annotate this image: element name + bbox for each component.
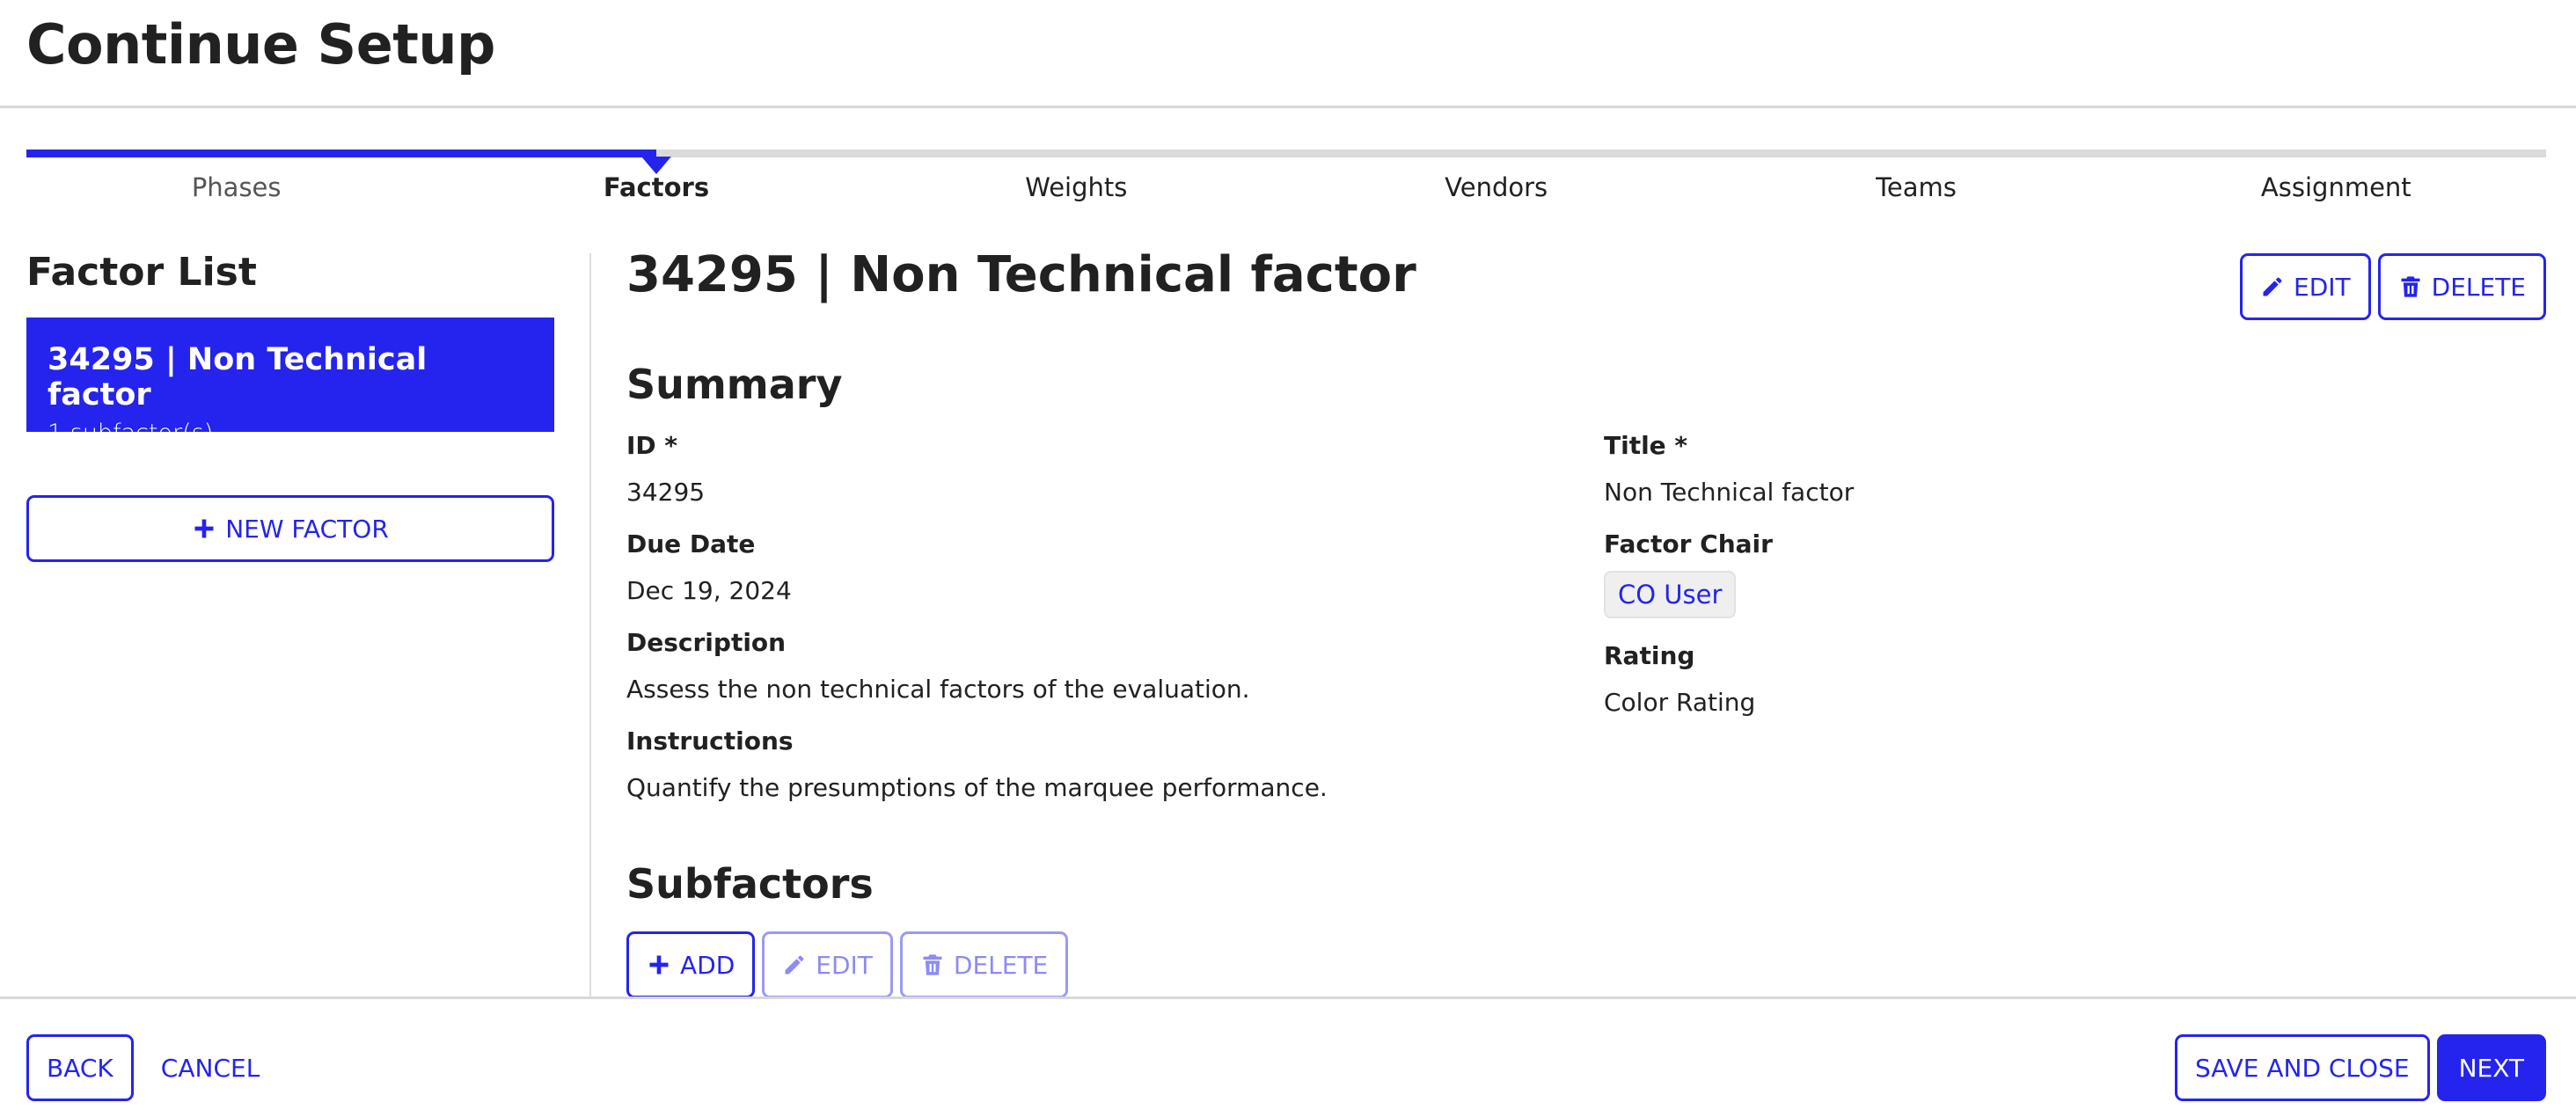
- step-vendors[interactable]: Vendors: [1286, 172, 1706, 202]
- stepper-steps: Phases Factors Weights Vendors Teams Ass…: [26, 172, 2546, 202]
- edit-subfactor-button[interactable]: EDIT: [762, 931, 893, 998]
- edit-factor-button[interactable]: EDIT: [2240, 253, 2371, 320]
- new-factor-button[interactable]: NEW FACTOR: [26, 495, 554, 562]
- back-button[interactable]: BACK: [26, 1034, 134, 1101]
- rating-label: Rating: [1604, 641, 1695, 670]
- factor-list-panel: Factor List 34295 | Non Technical factor…: [26, 250, 554, 562]
- save-and-close-button[interactable]: SAVE AND CLOSE: [2174, 1034, 2430, 1101]
- id-label: ID *: [626, 431, 678, 460]
- factor-item-subfactor-count: 1 subfactor(s): [48, 420, 214, 447]
- next-button[interactable]: NEXT: [2436, 1034, 2546, 1101]
- subfactors-title: Subfactors: [626, 860, 874, 908]
- id-value: 34295: [626, 478, 706, 507]
- pencil-icon: [2260, 274, 2285, 299]
- step-weights[interactable]: Weights: [867, 172, 1286, 202]
- page-header: Continue Setup: [0, 0, 2576, 108]
- factor-chair-chip[interactable]: CO User: [1604, 571, 1737, 618]
- due-date-label: Due Date: [626, 529, 756, 558]
- footer-right-actions: SAVE AND CLOSE NEXT: [2174, 1034, 2546, 1101]
- delete-label: DELETE: [2431, 272, 2526, 302]
- description-label: Description: [626, 628, 787, 657]
- factor-actions: EDIT DELETE: [2240, 253, 2546, 320]
- stepper-current-pointer: [641, 157, 671, 174]
- description-value: Assess the non technical factors of the …: [626, 675, 1250, 704]
- trash-icon: [920, 953, 945, 977]
- delete-subfactor-button[interactable]: DELETE: [899, 931, 1069, 998]
- wizard-footer: BACK CANCEL SAVE AND CLOSE NEXT: [0, 997, 2576, 1117]
- setup-stepper: Phases Factors Weights Vendors Teams Ass…: [26, 150, 2546, 211]
- step-factors[interactable]: Factors: [446, 172, 866, 202]
- page-title: Continue Setup: [26, 12, 495, 77]
- step-assignment[interactable]: Assignment: [2126, 172, 2546, 202]
- factor-heading: 34295 | Non Technical factor: [626, 246, 1416, 303]
- factor-chair-label: Factor Chair: [1604, 529, 1773, 558]
- factor-item-title: 34295 | Non Technical factor: [48, 342, 428, 412]
- due-date-value: Dec 19, 2024: [626, 576, 792, 605]
- stepper-progress-fill: [26, 150, 656, 157]
- footer-left-actions: BACK CANCEL: [26, 1034, 260, 1101]
- summary-left-column: ID * 34295 Due Date Dec 19, 2024 Descrip…: [626, 431, 1328, 825]
- panel-divider: [589, 253, 591, 997]
- instructions-value: Quantify the presumptions of the marquee…: [626, 773, 1328, 802]
- title-label: Title *: [1604, 431, 1688, 460]
- factor-list-item[interactable]: 34295 | Non Technical factor 1 subfactor…: [26, 318, 554, 447]
- rating-value: Color Rating: [1604, 688, 1756, 717]
- instructions-label: Instructions: [626, 726, 794, 756]
- add-subfactor-button[interactable]: ADD: [626, 931, 756, 998]
- pencil-icon: [782, 953, 807, 977]
- summary-right-column: Title * Non Technical factor Factor Chai…: [1604, 431, 1854, 740]
- cancel-button[interactable]: CANCEL: [160, 1054, 261, 1083]
- step-teams[interactable]: Teams: [1706, 172, 2126, 202]
- plus-icon: [192, 516, 216, 541]
- delete-subfactor-label: DELETE: [953, 950, 1049, 980]
- step-phases[interactable]: Phases: [26, 172, 446, 202]
- factor-list-title: Factor List: [26, 250, 257, 295]
- edit-label: EDIT: [2294, 272, 2351, 302]
- summary-title: Summary: [626, 361, 843, 408]
- plus-icon: [647, 953, 671, 977]
- trash-icon: [2398, 274, 2423, 299]
- edit-subfactor-label: EDIT: [816, 950, 873, 980]
- title-value: Non Technical factor: [1604, 478, 1855, 507]
- delete-factor-button[interactable]: DELETE: [2377, 253, 2546, 320]
- add-label: ADD: [680, 950, 735, 980]
- new-factor-label: NEW FACTOR: [225, 514, 389, 544]
- subfactor-actions: ADD EDIT DELETE: [626, 931, 1069, 998]
